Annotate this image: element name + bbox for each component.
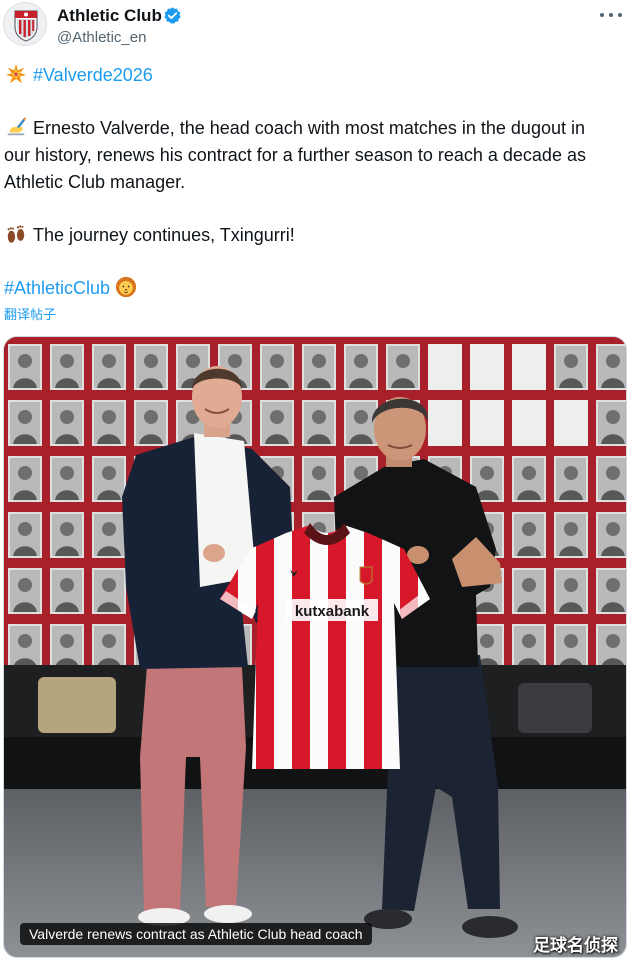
paragraph-1-line-2: our history, renews his contract for a f… [4,145,586,165]
collision-icon [5,63,27,84]
author-name[interactable]: Athletic Club [57,6,162,26]
tweet: Athletic Club @Athletic_en #Valverde2026 [0,0,630,964]
paragraph-1-line-1: Ernesto Valverde, the head coach with mo… [33,118,585,138]
paragraph-2-text: The journey continues, Txingurri! [33,225,295,245]
paragraph-line-3: Athletic Club manager. [4,169,626,196]
photo-caption: Valverde renews contract as Athletic Clu… [20,923,372,945]
hashtag-athleticclub[interactable]: #AthleticClub [4,278,110,298]
paragraph-2: The journey continues, Txingurri! [4,222,626,249]
tweet-header: Athletic Club @Athletic_en [0,0,630,56]
closing-hashtag-line: #AthleticClub [4,275,626,302]
paragraph-line-2: our history, renews his contract for a f… [4,142,626,169]
more-options-icon[interactable] [600,6,622,24]
cushion-left [38,677,116,733]
translate-post-link[interactable]: 翻译帖子 [4,304,56,323]
tweet-photo[interactable]: kutxabank Valverde renews contract as At… [3,336,627,958]
athletic-club-crest-icon [4,3,46,45]
shirt-sponsor-text: kutxabank [295,603,370,620]
hashtag-line: #Valverde2026 [4,62,626,89]
verified-badge-icon [164,7,181,24]
lion-face-icon [115,276,137,298]
avatar[interactable] [3,2,47,46]
writing-hand-icon [7,117,27,136]
photo-scene: kutxabank [4,337,626,957]
cushion-right [518,683,592,733]
footprints-icon [7,225,25,243]
watermark: 足球名侦探 [533,936,618,956]
paragraph-line-1: Ernesto Valverde, the head coach with mo… [4,115,626,142]
author-handle[interactable]: @Athletic_en [57,29,146,46]
hashtag-valverde2026[interactable]: #Valverde2026 [33,65,153,85]
paragraph-1-line-3: Athletic Club manager. [4,172,186,192]
tweet-text: #Valverde2026 Ernesto Valverde, the head… [4,62,626,302]
